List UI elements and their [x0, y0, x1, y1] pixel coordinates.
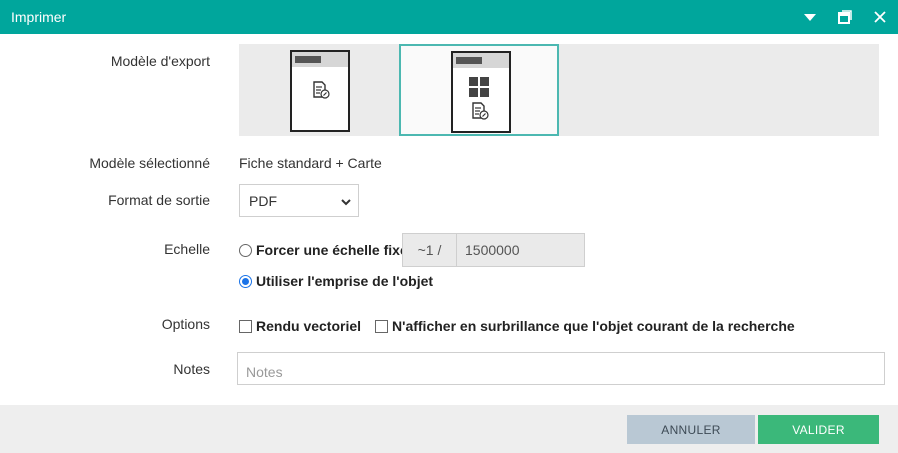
export-model-option-standard-map[interactable] — [399, 44, 559, 136]
selected-model-value: Fiche standard + Carte — [239, 155, 382, 171]
scale-label: Echelle — [164, 241, 210, 257]
force-scale-radio[interactable] — [239, 244, 252, 257]
use-extent-label[interactable]: Utiliser l'emprise de l'objet — [256, 273, 433, 289]
scale-prefix: ~1 / — [402, 233, 457, 267]
document-edit-icon — [313, 81, 330, 99]
scale-value-input[interactable]: 1500000 — [456, 233, 585, 267]
force-scale-label[interactable]: Forcer une échelle fixe — [256, 242, 408, 258]
dialog-title: Imprimer — [11, 9, 67, 25]
vector-render-label[interactable]: Rendu vectoriel — [256, 318, 361, 334]
output-format-select[interactable]: PDF — [239, 184, 359, 217]
use-extent-radio[interactable] — [239, 275, 252, 288]
close-icon[interactable] — [872, 9, 888, 25]
options-label: Options — [161, 316, 210, 332]
export-model-label: Modèle d'export — [110, 53, 210, 69]
export-model-picker — [239, 44, 879, 136]
validate-button[interactable]: VALIDER — [758, 415, 879, 444]
highlight-current-checkbox[interactable] — [375, 320, 388, 333]
caret-down-icon[interactable] — [802, 9, 818, 25]
selected-model-label: Modèle sélectionné — [89, 155, 210, 171]
grid-icon — [469, 77, 489, 97]
output-format-value: PDF — [249, 193, 277, 209]
page-thumbnail — [451, 51, 511, 133]
restore-window-icon[interactable] — [837, 9, 853, 25]
notes-label: Notes — [173, 361, 210, 377]
notes-input[interactable] — [237, 352, 885, 385]
highlight-current-label[interactable]: N'afficher en surbrillance que l'objet c… — [392, 318, 795, 334]
document-edit-icon — [472, 102, 489, 120]
dialog-titlebar: Imprimer — [0, 0, 898, 34]
page-thumbnail — [290, 50, 350, 132]
dialog-footer: ANNULER VALIDER — [0, 405, 898, 453]
cancel-button[interactable]: ANNULER — [627, 415, 755, 444]
vector-render-checkbox[interactable] — [239, 320, 252, 333]
export-model-option-standard[interactable] — [239, 44, 399, 136]
output-format-label: Format de sortie — [108, 192, 210, 208]
chevron-down-icon — [341, 199, 351, 206]
